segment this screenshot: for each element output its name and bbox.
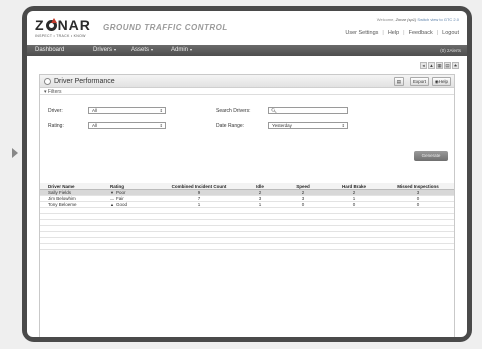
- welcome-message: Welcome, Zonar (sp1) Switch view to GTC …: [376, 17, 459, 22]
- select-arrows-icon: ⇕: [159, 123, 163, 128]
- chevron-down-icon: ▾: [190, 47, 193, 52]
- switch-view-link[interactable]: Switch view to GTC 2.0: [417, 17, 459, 22]
- chevron-down-icon: ▾: [114, 47, 117, 52]
- help-link[interactable]: Help: [388, 30, 399, 36]
- driver-select[interactable]: All ⇕: [88, 107, 166, 114]
- nav-drivers[interactable]: Drivers ▾: [93, 47, 116, 53]
- back-icon[interactable]: ◂: [420, 62, 427, 69]
- export-button[interactable]: Export: [409, 77, 429, 86]
- layout-icon[interactable]: ▦: [436, 62, 443, 69]
- zonar-logo: Z NAR INSPECT • TRACK • KNOW: [35, 17, 91, 38]
- select-arrows-icon: ⇕: [341, 123, 345, 128]
- grid-icon[interactable]: ▤: [444, 62, 451, 69]
- column-header-rating[interactable]: Rating: [110, 183, 124, 190]
- product-name: GROUND TRAFFIC CONTROL: [103, 23, 228, 32]
- logo-tagline: INSPECT • TRACK • KNOW: [35, 34, 86, 38]
- logout-link[interactable]: Logout: [442, 30, 459, 36]
- driver-grid: Driver Name Rating Combined Incident Cou…: [40, 183, 454, 250]
- warning-icon[interactable]: ▲: [428, 62, 435, 69]
- feedback-link[interactable]: Feedback: [409, 30, 433, 36]
- grid-header-row: Driver Name Rating Combined Incident Cou…: [40, 183, 454, 190]
- search-icon: 🔍︎: [271, 108, 277, 113]
- rating-label: Rating:: [48, 123, 64, 129]
- main-nav: Dashboard Drivers ▾ Assets ▾ Admin ▾ (0) 2A…: [27, 45, 467, 56]
- select-arrows-icon: ⇕: [159, 108, 163, 113]
- thumbs-down-icon: ▼: [110, 190, 114, 195]
- column-header-missed-inspections[interactable]: Missed Inspections: [388, 183, 448, 190]
- column-header-driver-name[interactable]: Driver Name: [48, 183, 75, 190]
- user-settings-link[interactable]: User Settings: [345, 30, 378, 36]
- page-tools: ◂ ▲ ▦ ▤ ★: [420, 62, 459, 70]
- rating-select[interactable]: All ⇕: [88, 122, 166, 129]
- clock-icon: [44, 78, 51, 85]
- empty-row: [40, 244, 454, 250]
- date-range-select[interactable]: Yesterday ⇕: [268, 122, 348, 129]
- generate-button[interactable]: Generate: [414, 151, 448, 161]
- filters-toggle[interactable]: ▾ Filters: [40, 88, 454, 95]
- star-icon[interactable]: ★: [452, 62, 459, 69]
- help-button[interactable]: ◉Help: [431, 77, 451, 86]
- nav-dashboard[interactable]: Dashboard: [35, 47, 64, 53]
- top-header: Z NAR INSPECT • TRACK • KNOW GROUND TRAFF…: [27, 11, 467, 45]
- search-drivers-input[interactable]: 🔍︎: [268, 107, 348, 114]
- logo-text-right: NAR: [57, 17, 91, 33]
- column-header-speed[interactable]: Speed: [288, 183, 318, 190]
- nav-assets[interactable]: Assets ▾: [131, 47, 153, 53]
- print-button[interactable]: ▤: [393, 77, 404, 86]
- search-drivers-label: Search Drivers:: [216, 108, 251, 114]
- user-links: User Settings | Help | Feedback | Logout: [345, 30, 459, 36]
- side-pointer-icon: [12, 148, 18, 158]
- driver-label: Driver:: [48, 108, 63, 114]
- triangle-down-icon: ▾: [44, 89, 47, 95]
- column-header-hard-brake[interactable]: Hard Brake: [328, 183, 380, 190]
- chevron-down-icon: ▾: [151, 47, 154, 52]
- print-icon: ▤: [396, 79, 401, 84]
- column-header-idle[interactable]: Idle: [245, 183, 275, 190]
- dash-icon: —: [110, 196, 114, 201]
- panel-header: Driver Performance ▤ Export ◉Help: [40, 75, 454, 88]
- column-header-combined-incident-count[interactable]: Combined Incident Count: [165, 183, 233, 190]
- nav-admin[interactable]: Admin ▾: [171, 47, 192, 53]
- panel-title: Driver Performance: [54, 78, 115, 85]
- date-range-label: Date Range:: [216, 123, 245, 129]
- app-screen: Z NAR INSPECT • TRACK • KNOW GROUND TRAFF…: [27, 11, 467, 337]
- logo-o-icon: [45, 18, 57, 31]
- driver-performance-panel: Driver Performance ▤ Export ◉Help ▾ Filt…: [39, 74, 455, 337]
- thumbs-up-icon: ▲: [110, 202, 114, 207]
- alerts-link[interactable]: (0) 2Alerts: [440, 48, 461, 53]
- logo-text-left: Z: [35, 17, 45, 33]
- welcome-user: Zonar (sp1): [395, 17, 417, 22]
